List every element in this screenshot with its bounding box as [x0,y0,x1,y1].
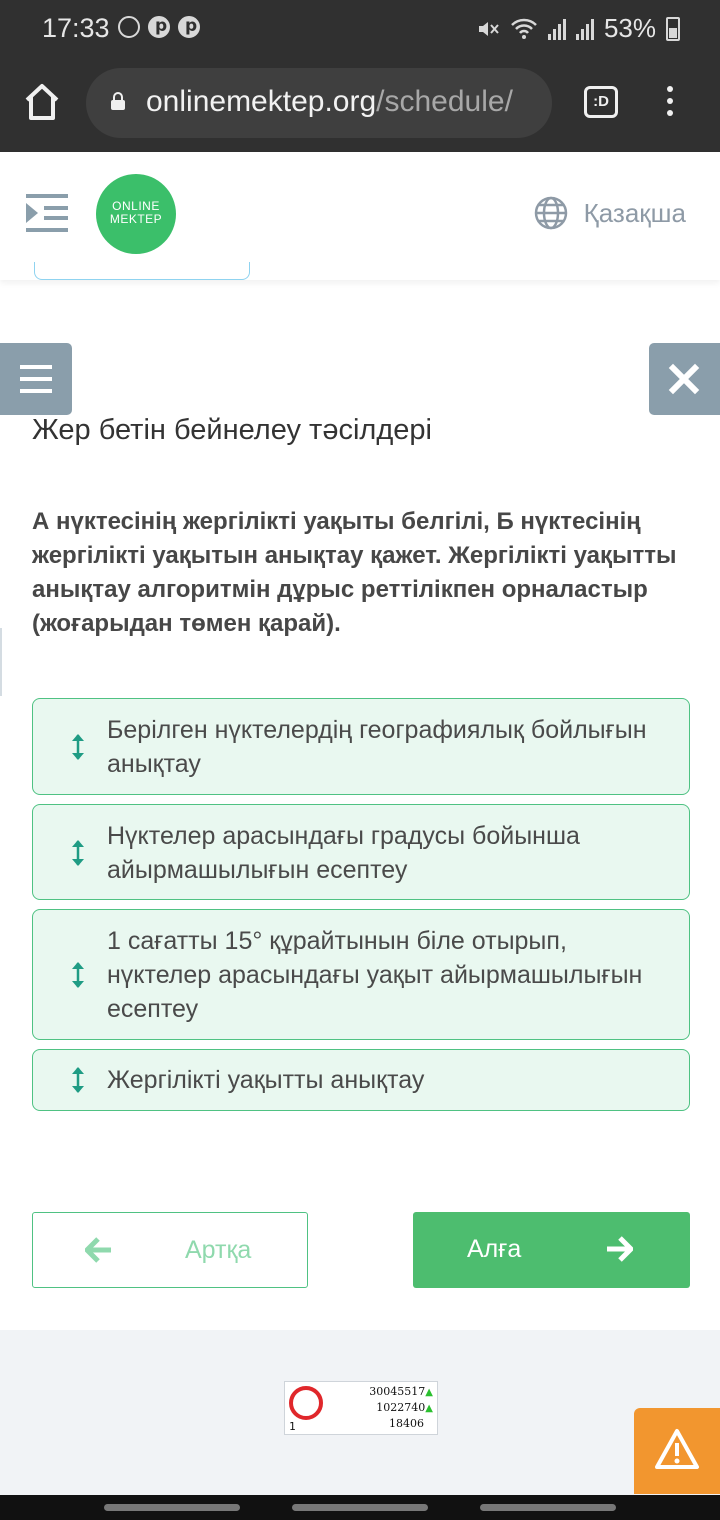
arrow-left-icon [85,1237,111,1263]
sidebar-toggle-icon[interactable] [24,192,70,234]
answer-item-4[interactable]: Жергілікті уақытты анықтау [32,1049,690,1111]
browser-menu-icon[interactable] [664,86,676,120]
home-icon[interactable] [24,82,60,122]
browser-toolbar: onlinemektep.org/schedule/ :D [0,56,720,152]
drag-handle-icon[interactable] [71,1065,85,1095]
answer-item-1[interactable]: Берілген нүктелердің географиялық бойлығ… [32,698,690,795]
notification-app-icon [118,16,140,38]
url-domain: onlinemektep.org [146,85,377,118]
tab-switcher-button[interactable]: :D [584,86,618,118]
report-problem-button[interactable] [634,1408,720,1494]
lock-icon [111,92,125,110]
pinterest-icon-2 [178,16,200,38]
counter-line2: 1022740▲ [376,1401,433,1414]
notification-icons [118,16,200,38]
answer-text: Жергілікті уақытты анықтау [107,1066,425,1094]
pinterest-icon [148,16,170,38]
counter-line1: 30045517▲ [369,1385,433,1398]
nav-back[interactable] [480,1504,616,1511]
next-button[interactable]: Алға [413,1212,690,1288]
visit-counter-widget[interactable]: 1 30045517▲ 1022740▲ 18406 [284,1381,438,1435]
system-nav-bar [0,1495,720,1520]
back-button[interactable]: Артқа [32,1212,308,1288]
drag-handle-icon[interactable] [71,838,85,868]
address-bar[interactable]: onlinemektep.org/schedule/ [86,68,552,138]
mute-icon [478,21,499,36]
counter-index: 1 [289,1420,296,1433]
up-triangle-icon: ▲ [425,1387,433,1398]
lesson-menu-button[interactable] [0,343,72,415]
answer-text: Берілген нүктелердің географиялық бойлығ… [107,716,647,778]
drag-handle-icon[interactable] [71,960,85,990]
up-triangle-icon: ▲ [425,1403,433,1414]
page-footer: 1 30045517▲ 1022740▲ 18406 [0,1330,720,1495]
onlinemektep-logo[interactable]: ONLINE MEKTEP [96,174,176,254]
status-time: 17:33 [42,13,110,43]
wifi-icon [511,18,537,39]
warning-icon [655,1429,699,1469]
back-label: Артқа [185,1236,252,1264]
question-text: А нүктесінің жергілікті уақыты белгілі, … [32,508,677,637]
answer-text: Нүктелер арасындағы градусы бойынша айыр… [107,822,580,884]
signal-icon-2 [575,18,594,40]
system-icons: 53% [476,13,680,44]
url-path: /schedule/ [376,85,513,118]
site-header: ONLINE MEKTEP Қазақша [0,152,720,280]
answer-text: 1 сағатты 15° құрайтынын біле отырып, нү… [107,927,643,1023]
close-button[interactable] [649,343,720,415]
next-label: Алға [467,1235,522,1263]
drag-handle-icon[interactable] [71,732,85,762]
battery-percent: 53% [603,13,656,43]
counter-logo-icon [289,1386,323,1420]
battery-icon [666,16,680,41]
url-text: onlinemektep.org/schedule/ [146,85,513,119]
arrow-right-icon [607,1236,633,1262]
topic-title: Жер бетін бейнелеу тәсілдері [32,414,432,446]
counter-line3: 18406 [389,1417,424,1430]
globe-icon [534,196,567,230]
logo-line2: MEKTEP [109,212,163,226]
status-bar: 17:33 53% [0,0,720,56]
nav-recents[interactable] [104,1504,240,1511]
language-selector[interactable]: Қазақша [534,196,686,230]
partial-button-edge [34,262,250,280]
answer-item-2[interactable]: Нүктелер арасындағы градусы бойынша айыр… [32,804,690,900]
nav-home[interactable] [292,1504,428,1511]
close-icon [668,363,700,395]
language-label: Қазақша [583,197,686,228]
left-accent-line [0,628,2,696]
answer-item-3[interactable]: 1 сағатты 15° құрайтынын біле отырып, нү… [32,909,690,1040]
signal-icon [547,18,566,40]
